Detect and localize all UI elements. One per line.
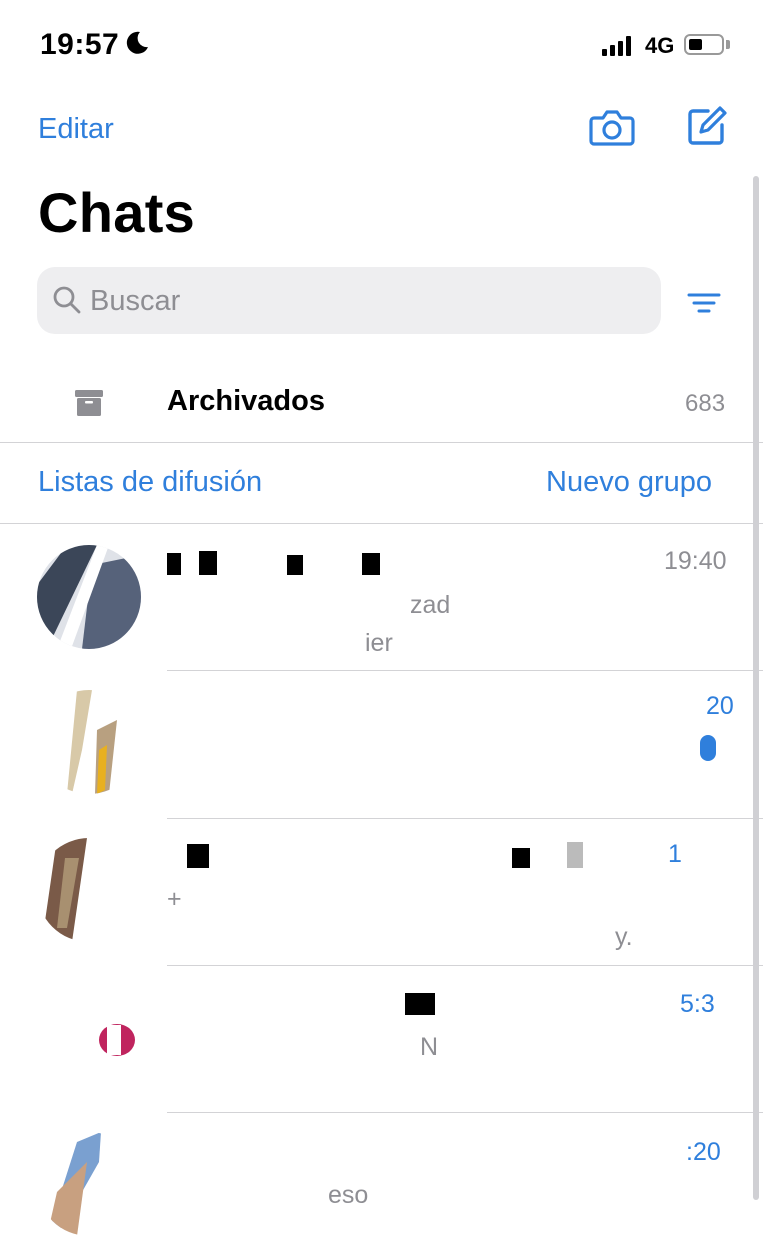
chat-time: 19:40 — [664, 547, 727, 575]
archived-count: 683 — [685, 390, 726, 417]
unread-badge — [700, 735, 716, 761]
status-time: 19:57 — [40, 28, 120, 61]
scrollbar[interactable] — [753, 176, 759, 1200]
page-title: Chats — [38, 181, 196, 244]
chat-name[interactable] — [167, 985, 467, 1019]
separator — [0, 523, 763, 524]
signal-icon — [602, 36, 631, 56]
filter-icon[interactable] — [686, 290, 722, 316]
chat-time: 20 — [706, 692, 734, 720]
chat-avatar[interactable] — [37, 838, 141, 942]
chat-avatar[interactable] — [37, 1132, 141, 1236]
search-icon — [53, 286, 81, 314]
broadcast-lists-link[interactable]: Listas de difusión — [38, 466, 262, 499]
separator — [167, 670, 763, 671]
battery-icon — [684, 34, 724, 55]
chat-name[interactable] — [167, 838, 587, 872]
chat-time: :20 — [686, 1138, 721, 1166]
chat-avatar[interactable] — [37, 985, 141, 1089]
network-type: 4G — [645, 33, 675, 58]
chat-preview: zad — [410, 591, 451, 619]
camera-icon[interactable] — [588, 103, 636, 151]
chat-name[interactable] — [167, 545, 397, 579]
moon-icon — [126, 31, 148, 54]
chat-time: 5:3 — [680, 990, 715, 1018]
chat-preview: ier — [365, 629, 393, 657]
separator — [167, 1112, 763, 1113]
chat-preview: eso — [328, 1181, 369, 1209]
chat-preview: N — [420, 1033, 439, 1061]
archived-label[interactable]: Archivados — [167, 385, 325, 418]
search-input[interactable] — [90, 281, 630, 321]
compose-icon[interactable] — [684, 103, 730, 149]
battery-tip — [726, 40, 730, 49]
archive-box-icon — [75, 390, 103, 416]
chat-avatar[interactable] — [37, 690, 141, 794]
chat-avatar[interactable] — [37, 545, 141, 649]
separator — [0, 442, 763, 443]
separator — [167, 965, 763, 966]
chat-preview: + — [167, 885, 182, 913]
chat-preview: y. — [615, 923, 633, 951]
edit-button[interactable]: Editar — [38, 113, 114, 146]
new-group-link[interactable]: Nuevo grupo — [546, 466, 712, 499]
separator — [167, 818, 763, 819]
chat-time: 1 — [668, 840, 682, 868]
